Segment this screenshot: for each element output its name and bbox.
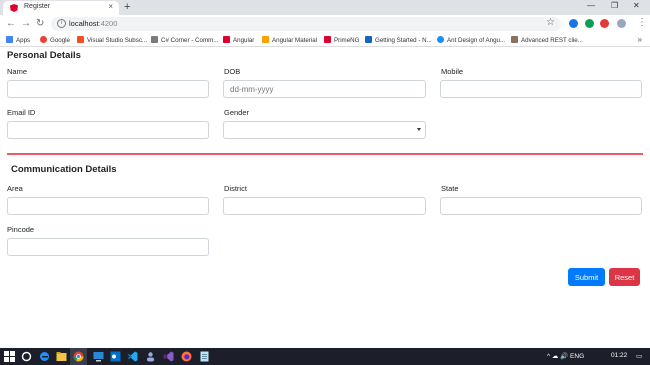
bookmark-advanced-rest[interactable]: Advanced REST clie... — [511, 36, 583, 44]
outlook-icon[interactable] — [110, 351, 121, 362]
firefox-icon[interactable] — [181, 351, 192, 362]
taskbar-active-chrome[interactable] — [70, 348, 87, 365]
dob-label: DOB — [224, 67, 241, 76]
area-label: Area — [7, 184, 23, 193]
csharp-corner-icon — [151, 36, 158, 43]
bookmark-google[interactable]: Google — [40, 36, 70, 44]
mobile-label: Mobile — [441, 67, 464, 76]
windows-taskbar: ^ ☁ 🔊 ENG 01:22 ▭ — [0, 348, 650, 365]
angular-material-icon — [262, 36, 269, 43]
tab-register[interactable]: Register × — [3, 1, 119, 15]
reset-button[interactable]: Reset — [609, 268, 640, 286]
vscode-icon[interactable] — [127, 351, 138, 362]
browser-titlebar: Register × + — ❐ ✕ — [0, 0, 650, 15]
extension-icon[interactable] — [569, 19, 578, 28]
remote-desktop-icon[interactable] — [93, 351, 104, 362]
bookmark-angular-material[interactable]: Angular Material — [262, 36, 317, 44]
gender-label: Gender — [224, 108, 250, 117]
edge-icon[interactable] — [39, 351, 50, 362]
bookmark-getting-started[interactable]: Getting Started - N... — [365, 36, 432, 44]
tab-title: Register — [24, 3, 51, 10]
search-icon[interactable] — [21, 351, 32, 362]
url-text: localhost:4200 — [69, 19, 118, 28]
pincode-input[interactable] — [7, 238, 209, 256]
file-explorer-icon[interactable] — [56, 351, 67, 362]
bookmark-angular[interactable]: Angular — [223, 36, 254, 44]
dropdown-arrow-icon — [417, 128, 421, 131]
gender-select[interactable] — [223, 121, 426, 139]
address-bar: ← → ↻ i localhost:4200 ☆ ⋮ — [0, 15, 650, 33]
bookmark-apps[interactable]: Apps — [6, 36, 30, 44]
chrome-icon — [73, 351, 84, 362]
mobile-input[interactable] — [440, 80, 642, 98]
minimize-button[interactable]: — — [587, 1, 595, 10]
people-icon[interactable] — [145, 351, 156, 362]
visual-studio-icon[interactable] — [163, 351, 174, 362]
section-divider — [7, 153, 643, 155]
forward-arrow-icon[interactable]: → — [21, 18, 31, 29]
name-label: Name — [7, 67, 28, 76]
district-input[interactable] — [223, 197, 426, 215]
new-tab-button[interactable]: + — [124, 1, 130, 13]
name-input[interactable] — [7, 80, 209, 98]
angular-favicon-icon — [10, 4, 18, 12]
google-icon — [40, 36, 47, 43]
personal-details-heading: Personal Details — [7, 50, 81, 61]
area-input[interactable] — [7, 197, 209, 215]
state-input[interactable] — [440, 197, 642, 215]
ant-design-icon — [437, 36, 444, 43]
extension-icon[interactable] — [585, 19, 594, 28]
profile-avatar-icon[interactable] — [617, 19, 626, 28]
url-input[interactable]: i localhost:4200 ☆ — [51, 17, 561, 31]
angular-icon — [223, 36, 230, 43]
bookmark-ant-design[interactable]: Ant Design of Angu... — [437, 36, 505, 44]
district-label: District — [224, 184, 247, 193]
email-label: Email ID — [7, 108, 36, 117]
email-input[interactable] — [7, 121, 209, 139]
bookmark-primeng[interactable]: PrimeNG — [324, 36, 359, 44]
back-arrow-icon[interactable]: ← — [6, 18, 16, 29]
dob-input[interactable] — [223, 80, 426, 98]
site-info-icon[interactable]: i — [57, 19, 66, 28]
submit-button[interactable]: Submit — [568, 268, 605, 286]
windows-start-icon[interactable] — [4, 351, 15, 362]
tab-close-icon[interactable]: × — [108, 2, 113, 11]
microsoft-icon — [77, 36, 84, 43]
primeng-icon — [324, 36, 331, 43]
system-tray[interactable]: ^ ☁ 🔊 ENG — [547, 352, 584, 360]
bookmark-csharp-corner[interactable]: C# Corner - Comm... — [151, 36, 218, 44]
adblock-icon[interactable] — [600, 19, 609, 28]
bookmarks-bar: Apps Google Visual Studio Subsc... C# Co… — [0, 33, 650, 47]
close-window-button[interactable]: ✕ — [633, 1, 640, 10]
rest-client-icon — [511, 36, 518, 43]
bookmark-star-icon[interactable]: ☆ — [546, 17, 555, 28]
reload-icon[interactable]: ↻ — [36, 18, 44, 29]
pincode-label: Pincode — [7, 225, 35, 234]
notepad-icon[interactable] — [199, 351, 210, 362]
apps-grid-icon — [6, 36, 13, 43]
state-label: State — [441, 184, 459, 193]
communication-details-heading: Communication Details — [11, 164, 117, 175]
bookmarks-overflow-icon[interactable]: » — [638, 35, 642, 44]
menu-kebab-icon[interactable]: ⋮ — [637, 17, 647, 28]
register-form: Personal Details Name DOB Mobile Email I… — [0, 47, 650, 348]
notifications-icon[interactable]: ▭ — [636, 352, 642, 360]
restore-button[interactable]: ❐ — [611, 1, 618, 10]
clock[interactable]: 01:22 — [611, 352, 627, 359]
bookmark-visual-studio[interactable]: Visual Studio Subsc... — [77, 36, 147, 44]
ngrx-icon — [365, 36, 372, 43]
